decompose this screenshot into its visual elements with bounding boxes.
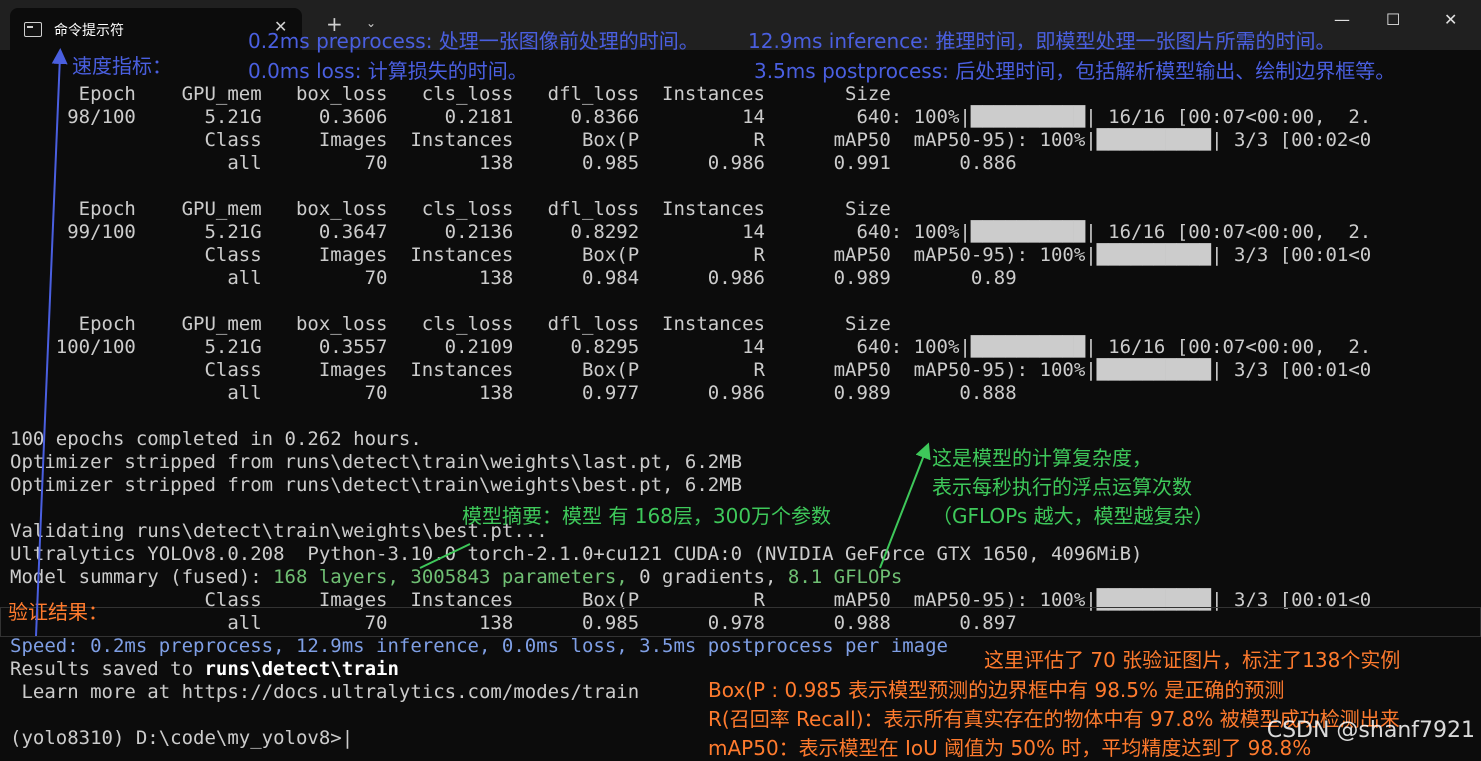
terminal-line: Class Images Instances Box(P R mAP50 mAP… xyxy=(10,244,1372,266)
annotation-speed-metric: 速度指标： xyxy=(72,54,172,78)
terminal-line: 98/100 5.21G 0.3606 0.2181 0.8366 14 640… xyxy=(10,106,1372,128)
maximize-button[interactable]: ☐ xyxy=(1386,10,1400,29)
annotation-validation-result: 验证结果： xyxy=(8,600,108,624)
annotation-flops-3: （GFLOPs 越大，模型越复杂） xyxy=(932,504,1214,528)
model-summary-line: Model summary (fused): 168 layers, 30058… xyxy=(10,566,902,589)
terminal-line: Ultralytics YOLOv8.0.208 Python-3.10.0 t… xyxy=(10,543,1143,565)
summary-mid: 0 gradients, xyxy=(627,566,788,588)
summary-prefix: Model summary (fused): xyxy=(10,566,274,588)
annotation-val-2: Box(P : 0.985 表示模型预测的边界框中有 98.5% 是正确的预测 xyxy=(708,678,1285,702)
annotation-val-1: 这里评估了 70 张验证图片，标注了138个实例 xyxy=(984,648,1401,672)
terminal-line: Optimizer stripped from runs\detect\trai… xyxy=(10,474,743,496)
prompt-text: (yolo8310) D:\code\my_yolov8> xyxy=(10,727,342,749)
annotation-flops-1: 这是模型的计算复杂度， xyxy=(932,446,1152,470)
cursor: | xyxy=(341,727,354,749)
terminal-line: Epoch GPU_mem box_loss cls_loss dfl_loss… xyxy=(10,198,891,220)
minimize-button[interactable]: — xyxy=(1334,10,1350,29)
results-prefix: Results saved to xyxy=(10,658,205,680)
annotation-preprocess: 0.2ms preprocess: 处理一张图像前处理的时间。 xyxy=(248,29,699,53)
command-prompt[interactable]: (yolo8310) D:\code\my_yolov8>| xyxy=(10,727,353,750)
annotation-inference: 12.9ms inference: 推理时间，即模型处理一张图片所需的时间。 xyxy=(748,29,1336,53)
summary-layers: 168 layers, 3005843 parameters, xyxy=(273,566,628,588)
annotation-val-4: mAP50：表示模型在 IoU 阈值为 50% 时，平均精度达到了 98.8% xyxy=(708,736,1312,760)
terminal-line: 100/100 5.21G 0.3557 0.2109 0.8295 14 64… xyxy=(10,336,1372,358)
results-path: runs\detect\train xyxy=(204,658,399,680)
terminal-line: all 70 138 0.985 0.986 0.991 0.886 xyxy=(10,152,1017,174)
close-window-button[interactable]: ✕ xyxy=(1444,10,1457,29)
summary-flops: 8.1 GFLOPs xyxy=(787,566,903,588)
watermark: CSDN @shanf7921 xyxy=(1266,718,1475,743)
annotation-flops-2: 表示每秒执行的浮点运算次数 xyxy=(932,475,1192,499)
terminal-line: Epoch GPU_mem box_loss cls_loss dfl_loss… xyxy=(10,313,891,335)
learn-more-line[interactable]: Learn more at https://docs.ultralytics.c… xyxy=(10,681,639,704)
validation-all-line: all 70 138 0.985 0.978 0.988 0.897 xyxy=(10,612,1017,634)
annotation-postprocess: 3.5ms postprocess: 后处理时间，包括解析模型输出、绘制边界框等… xyxy=(754,59,1396,83)
terminal-line: all 70 138 0.984 0.986 0.989 0.89 xyxy=(10,267,1017,289)
annotation-model-summary: 模型摘要：模型 有 168层，300万个参数 xyxy=(462,504,832,528)
terminal-line: all 70 138 0.977 0.986 0.989 0.888 xyxy=(10,382,1017,404)
speed-line: Speed: 0.2ms preprocess, 12.9ms inferenc… xyxy=(10,635,948,657)
terminal-line: 99/100 5.21G 0.3647 0.2136 0.8292 14 640… xyxy=(10,221,1372,243)
terminal-line: Epoch GPU_mem box_loss cls_loss dfl_loss… xyxy=(10,83,891,105)
results-line: Results saved to runs\detect\train xyxy=(10,658,399,681)
terminal-line: Class Images Instances Box(P R mAP50 mAP… xyxy=(10,359,1372,381)
tab-title: 命令提示符 xyxy=(54,23,124,39)
annotation-loss: 0.0ms loss: 计算损失的时间。 xyxy=(248,59,528,83)
terminal-line: Optimizer stripped from runs\detect\trai… xyxy=(10,451,743,473)
terminal-line: Class Images Instances Box(P R mAP50 mAP… xyxy=(10,129,1372,151)
terminal-line: 100 epochs completed in 0.262 hours. xyxy=(10,428,422,450)
terminal-icon xyxy=(24,22,42,37)
